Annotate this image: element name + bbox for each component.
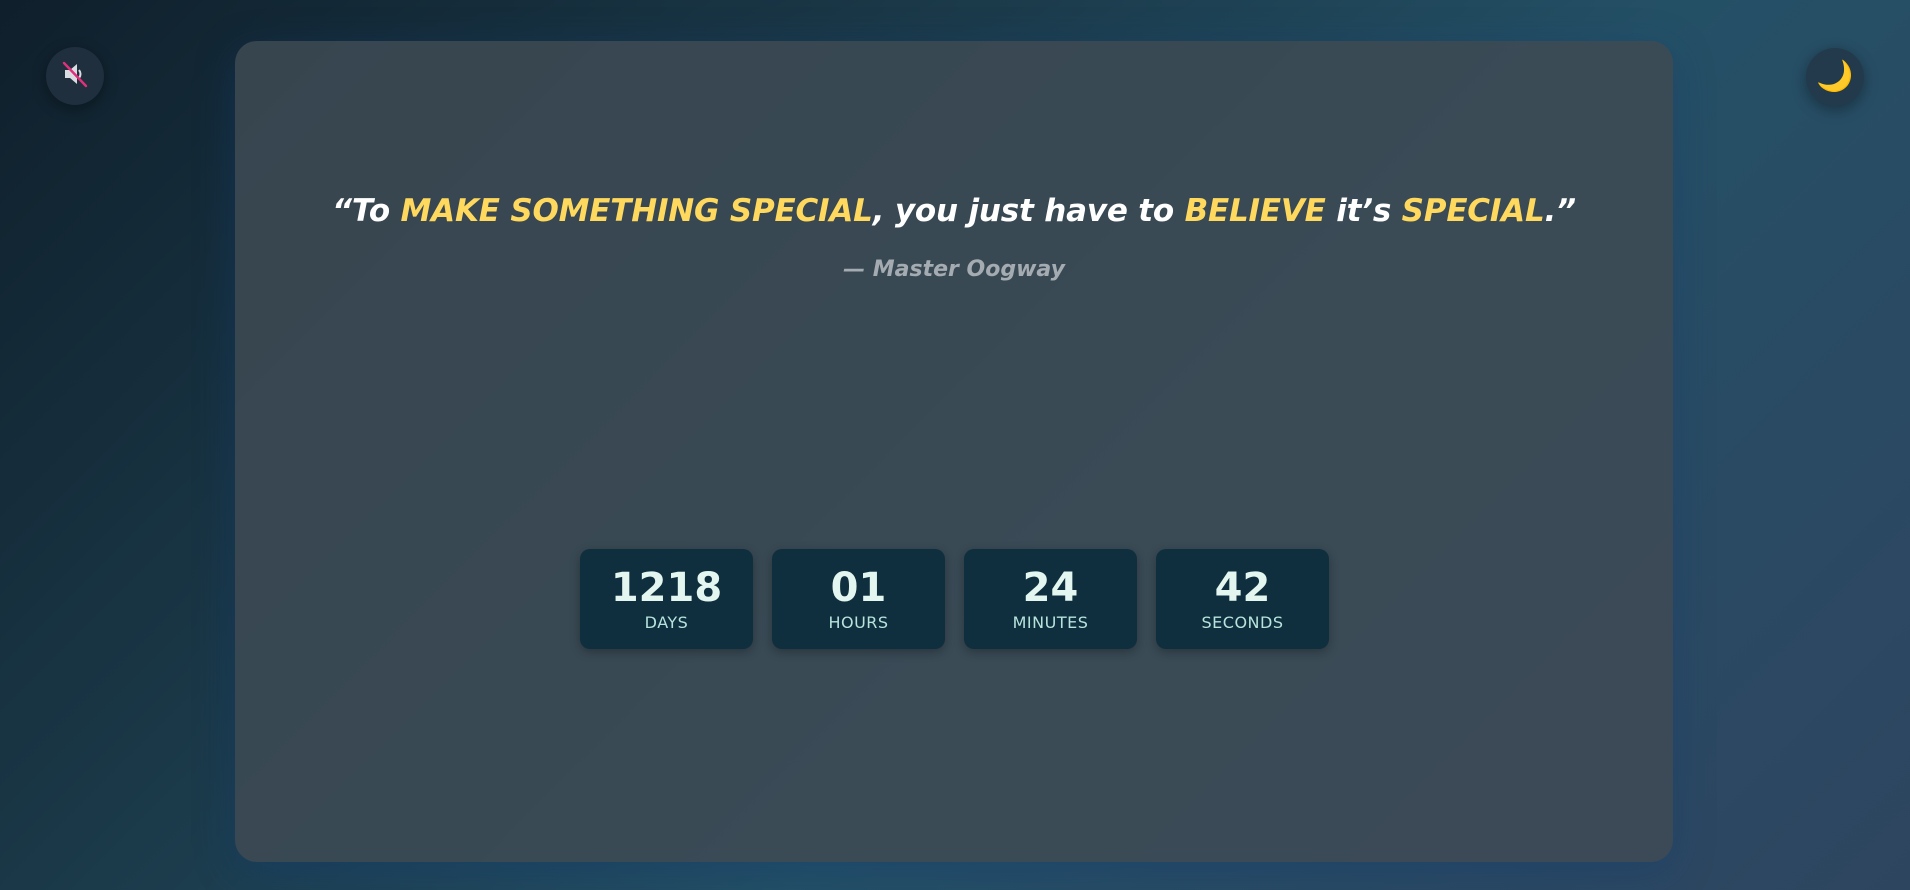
quote-text: “To MAKE SOMETHING SPECIAL, you just hav… — [235, 193, 1673, 229]
quote-middle-2: it’s — [1325, 193, 1402, 229]
quote-highlight-2: BELIEVE — [1184, 193, 1326, 229]
quote-close: .” — [1544, 193, 1577, 229]
minutes-value: 24 — [1022, 565, 1079, 611]
quote-highlight-1: MAKE SOMETHING SPECIAL — [400, 193, 873, 229]
mute-button[interactable] — [46, 47, 104, 105]
minutes-label: MINUTES — [1012, 613, 1089, 632]
quote-middle-1: , you just have to — [872, 193, 1185, 229]
seconds-value: 42 — [1214, 565, 1271, 611]
quote-open: “To — [332, 193, 401, 229]
countdown-hours: 01 HOURS — [772, 549, 945, 649]
countdown-minutes: 24 MINUTES — [964, 549, 1137, 649]
countdown: 1218 DAYS 01 HOURS 24 MINUTES 42 SECONDS — [580, 549, 1329, 649]
hours-label: HOURS — [828, 613, 889, 632]
main-card: “To MAKE SOMETHING SPECIAL, you just hav… — [235, 41, 1673, 862]
quote-author: — Master Oogway — [843, 257, 1065, 282]
speaker-muted-icon — [60, 59, 90, 93]
days-label: DAYS — [644, 613, 689, 632]
countdown-days: 1218 DAYS — [580, 549, 753, 649]
moon-icon: 🌙 — [1816, 59, 1854, 94]
theme-toggle-button[interactable]: 🌙 — [1806, 48, 1864, 106]
quote-highlight-3: SPECIAL — [1401, 193, 1545, 229]
seconds-label: SECONDS — [1201, 613, 1284, 632]
hours-value: 01 — [830, 565, 887, 611]
countdown-seconds: 42 SECONDS — [1156, 549, 1329, 649]
days-value: 1218 — [610, 565, 723, 611]
